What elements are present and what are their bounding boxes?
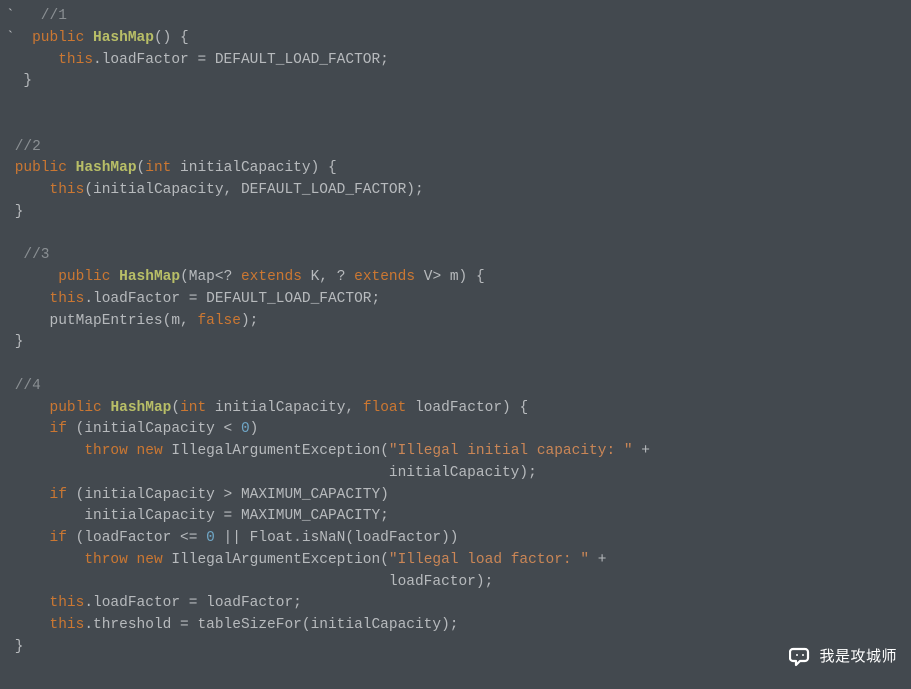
code-text xyxy=(6,160,15,176)
code-keyword: if xyxy=(50,487,67,503)
code-text: loadFactor); xyxy=(6,574,493,590)
code-text xyxy=(6,487,50,503)
code-number: 0 xyxy=(206,530,215,546)
code-text: loadFactor) { xyxy=(406,400,528,416)
code-type: HashMap xyxy=(110,400,171,416)
code-text xyxy=(6,291,50,307)
source-code: ` //1 ` public HashMap() { this.loadFact… xyxy=(0,0,911,659)
code-keyword: this xyxy=(50,291,85,307)
code-text: (Map<? xyxy=(180,269,241,285)
code-keyword: float xyxy=(363,400,407,416)
code-keyword: this xyxy=(50,595,85,611)
code-text: .loadFactor = loadFactor; xyxy=(84,595,302,611)
code-text: ( xyxy=(137,160,146,176)
watermark: 我是攻城师 xyxy=(789,645,897,669)
code-text xyxy=(6,52,58,68)
code-text: IllegalArgumentException( xyxy=(163,552,389,568)
code-text: IllegalArgumentException( xyxy=(163,443,389,459)
code-keyword: extends xyxy=(354,269,415,285)
code-text xyxy=(6,595,50,611)
code-keyword: public xyxy=(50,400,102,416)
code-comment: //2 xyxy=(6,139,41,155)
code-text: + xyxy=(633,443,650,459)
code-text: (initialCapacity < xyxy=(67,421,241,437)
code-text: ` xyxy=(6,30,23,46)
code-text xyxy=(6,400,50,416)
code-text xyxy=(6,617,50,633)
code-keyword: this xyxy=(58,52,93,68)
code-text xyxy=(6,269,58,285)
code-keyword: this xyxy=(50,617,85,633)
code-keyword: new xyxy=(137,443,163,459)
code-string: "Illegal initial capacity: " xyxy=(389,443,633,459)
code-keyword: extends xyxy=(241,269,302,285)
code-text: .threshold = tableSizeFor(initialCapacit… xyxy=(84,617,458,633)
code-text: () { xyxy=(154,30,189,46)
code-text: initialCapacity); xyxy=(6,465,537,481)
code-keyword: new xyxy=(137,552,163,568)
code-text: } xyxy=(6,204,23,220)
code-text xyxy=(110,269,119,285)
code-text: .loadFactor = DEFAULT_LOAD_FACTOR; xyxy=(93,52,389,68)
code-text xyxy=(128,443,137,459)
code-text: } xyxy=(6,639,23,655)
code-text: V> m) { xyxy=(415,269,485,285)
code-text: (initialCapacity, DEFAULT_LOAD_FACTOR); xyxy=(84,182,423,198)
code-keyword: public xyxy=(15,160,67,176)
code-type: HashMap xyxy=(93,30,154,46)
code-text: putMapEntries(m, xyxy=(6,313,197,329)
code-keyword: this xyxy=(50,182,85,198)
code-keyword: if xyxy=(50,421,67,437)
code-text: initialCapacity) { xyxy=(171,160,336,176)
code-number: 0 xyxy=(241,421,250,437)
code-text: initialCapacity, xyxy=(206,400,363,416)
code-type: HashMap xyxy=(119,269,180,285)
code-keyword: throw xyxy=(84,552,128,568)
code-text: } xyxy=(6,334,23,350)
code-text: || Float.isNaN(loadFactor)) xyxy=(215,530,459,546)
code-keyword: int xyxy=(145,160,171,176)
code-text xyxy=(6,443,84,459)
code-comment: //4 xyxy=(6,378,41,394)
code-text: initialCapacity = MAXIMUM_CAPACITY; xyxy=(6,508,389,524)
code-text: ) xyxy=(250,421,259,437)
code-keyword: if xyxy=(50,530,67,546)
code-type: HashMap xyxy=(76,160,137,176)
code-text xyxy=(6,552,84,568)
code-comment: //3 xyxy=(6,247,50,263)
code-text: .loadFactor = DEFAULT_LOAD_FACTOR; xyxy=(84,291,380,307)
wechat-icon xyxy=(789,645,813,669)
code-keyword: throw xyxy=(84,443,128,459)
code-text: ( xyxy=(171,400,180,416)
code-text xyxy=(128,552,137,568)
code-text: (loadFactor <= xyxy=(67,530,206,546)
code-keyword: int xyxy=(180,400,206,416)
code-keyword: public xyxy=(58,269,110,285)
code-comment: //1 xyxy=(23,8,67,24)
code-text: (initialCapacity > MAXIMUM_CAPACITY) xyxy=(67,487,389,503)
watermark-text: 我是攻城师 xyxy=(819,646,897,669)
code-text xyxy=(6,182,50,198)
code-keyword: public xyxy=(23,30,84,46)
code-text xyxy=(84,30,93,46)
code-text: + xyxy=(589,552,606,568)
code-text: ` xyxy=(6,8,23,24)
code-keyword: false xyxy=(197,313,241,329)
code-text xyxy=(6,421,50,437)
code-text: } xyxy=(6,73,32,89)
code-string: "Illegal load factor: " xyxy=(389,552,589,568)
code-text: ); xyxy=(241,313,258,329)
code-viewport: ` //1 ` public HashMap() { this.loadFact… xyxy=(0,0,911,689)
code-text: K, ? xyxy=(302,269,354,285)
code-text xyxy=(67,160,76,176)
code-text xyxy=(6,530,50,546)
